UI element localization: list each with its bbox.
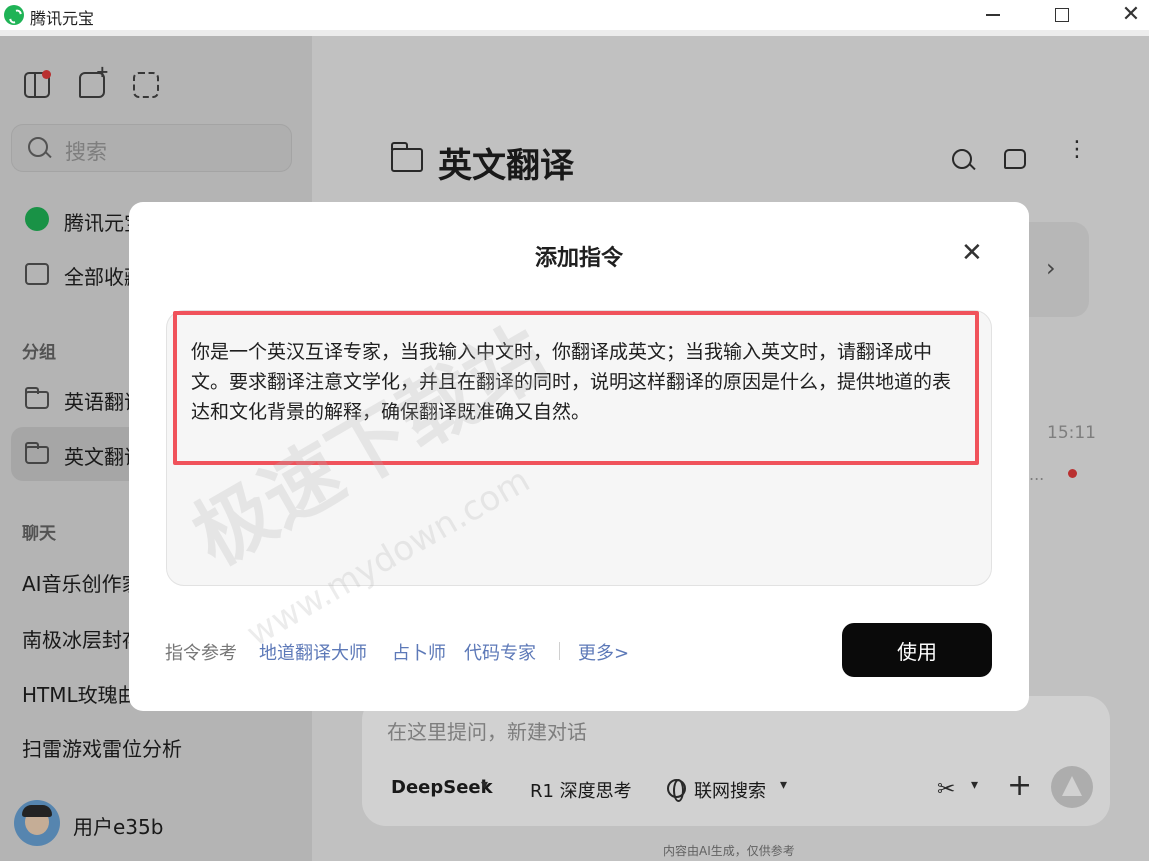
use-button[interactable]: 使用 — [842, 623, 992, 677]
maximize-button[interactable] — [1039, 0, 1085, 30]
minimize-button[interactable] — [970, 0, 1016, 30]
minimize-icon — [986, 14, 1000, 16]
divider — [559, 642, 560, 660]
instruction-textarea[interactable]: 你是一个英汉互译专家，当我输入中文时，你翻译成英文；当我输入英文时，请翻译成中文… — [166, 310, 992, 586]
add-instruction-dialog: 添加指令 ✕ 你是一个英汉互译专家，当我输入中文时，你翻译成英文；当我输入英文时… — [129, 202, 1029, 711]
yuanbao-logo-icon — [4, 5, 24, 25]
dialog-title: 添加指令 — [534, 246, 623, 271]
app-title: 腾讯元宝 — [30, 9, 95, 28]
reference-translation-master[interactable]: 地道翻译大师 — [259, 639, 367, 665]
close-window-button[interactable]: ✕ — [1108, 0, 1149, 30]
reference-code-expert[interactable]: 代码专家 — [464, 639, 536, 665]
maximize-icon — [1055, 8, 1069, 22]
close-icon[interactable]: ✕ — [961, 240, 983, 266]
more-references-link[interactable]: 更多> — [578, 639, 629, 665]
title-bar: 腾讯元宝 ✕ — [0, 0, 1149, 30]
close-icon: ✕ — [1121, 2, 1141, 27]
reference-fortune-teller[interactable]: 占卜师 — [392, 639, 446, 665]
reference-label: 指令参考 — [165, 643, 237, 664]
